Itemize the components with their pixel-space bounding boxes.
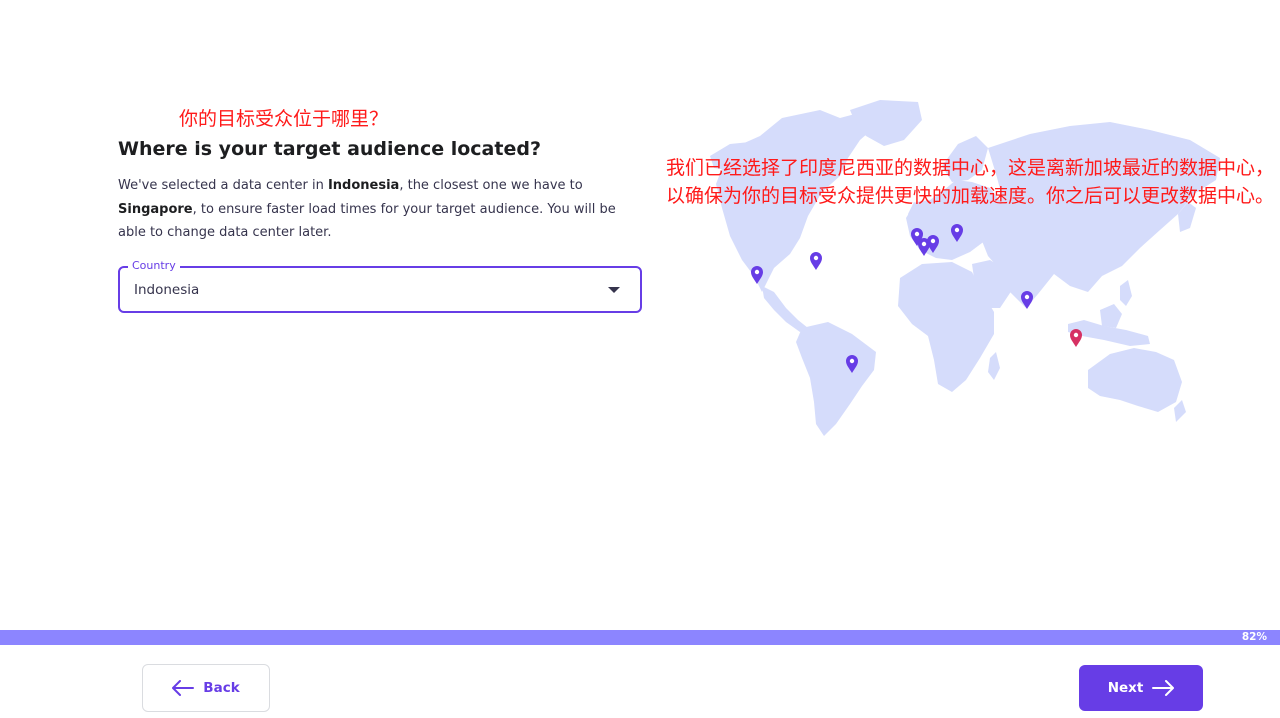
map-madagascar — [988, 352, 1000, 380]
map-central-america — [762, 286, 808, 332]
description: We've selected a data center in Indonesi… — [118, 174, 638, 245]
country-select-label: Country — [128, 259, 180, 272]
map-south-america — [796, 322, 876, 436]
world-map — [710, 100, 1220, 436]
map-australia — [1088, 348, 1182, 412]
description-text: , the closest one we have to — [399, 178, 583, 193]
pin-india[interactable] — [1021, 291, 1033, 309]
map-borneo — [1100, 304, 1122, 328]
pin-us-east[interactable] — [810, 252, 822, 270]
progress-bar: 82% — [0, 630, 1280, 645]
country-select-value: Indonesia — [134, 282, 200, 298]
pin-indonesia-selected[interactable] — [1070, 329, 1082, 347]
description-country: Indonesia — [327, 178, 400, 193]
back-button-label: Back — [203, 680, 240, 696]
map-new-zealand — [1174, 400, 1186, 422]
map-philippines — [1120, 280, 1132, 306]
next-button[interactable]: Next — [1079, 665, 1203, 711]
progress-label: 82% — [1241, 631, 1267, 643]
description-text: , to ensure faster load times for your t… — [118, 201, 616, 241]
progress-fill — [0, 630, 1050, 645]
annotation-question: 你的目标受众位于哪里？ — [179, 108, 389, 130]
annotation-note: 我们已经选择了印度尼西亚的数据中心，这是离新加坡最近的数据中心，以确保为你的目标… — [666, 157, 1275, 207]
description-city: Singapore — [118, 201, 193, 217]
next-button-label: Next — [1107, 680, 1144, 696]
world-map-land — [710, 100, 1220, 436]
page-title: Where is your target audience located? — [118, 138, 541, 160]
arrow-right-icon — [1152, 680, 1175, 696]
arrow-left-icon — [172, 680, 195, 696]
back-button[interactable]: Back — [142, 664, 270, 712]
caret-down-icon — [608, 287, 620, 293]
country-select[interactable]: Country Indonesia — [118, 259, 642, 313]
description-text: We've selected a data center in — [118, 178, 328, 193]
